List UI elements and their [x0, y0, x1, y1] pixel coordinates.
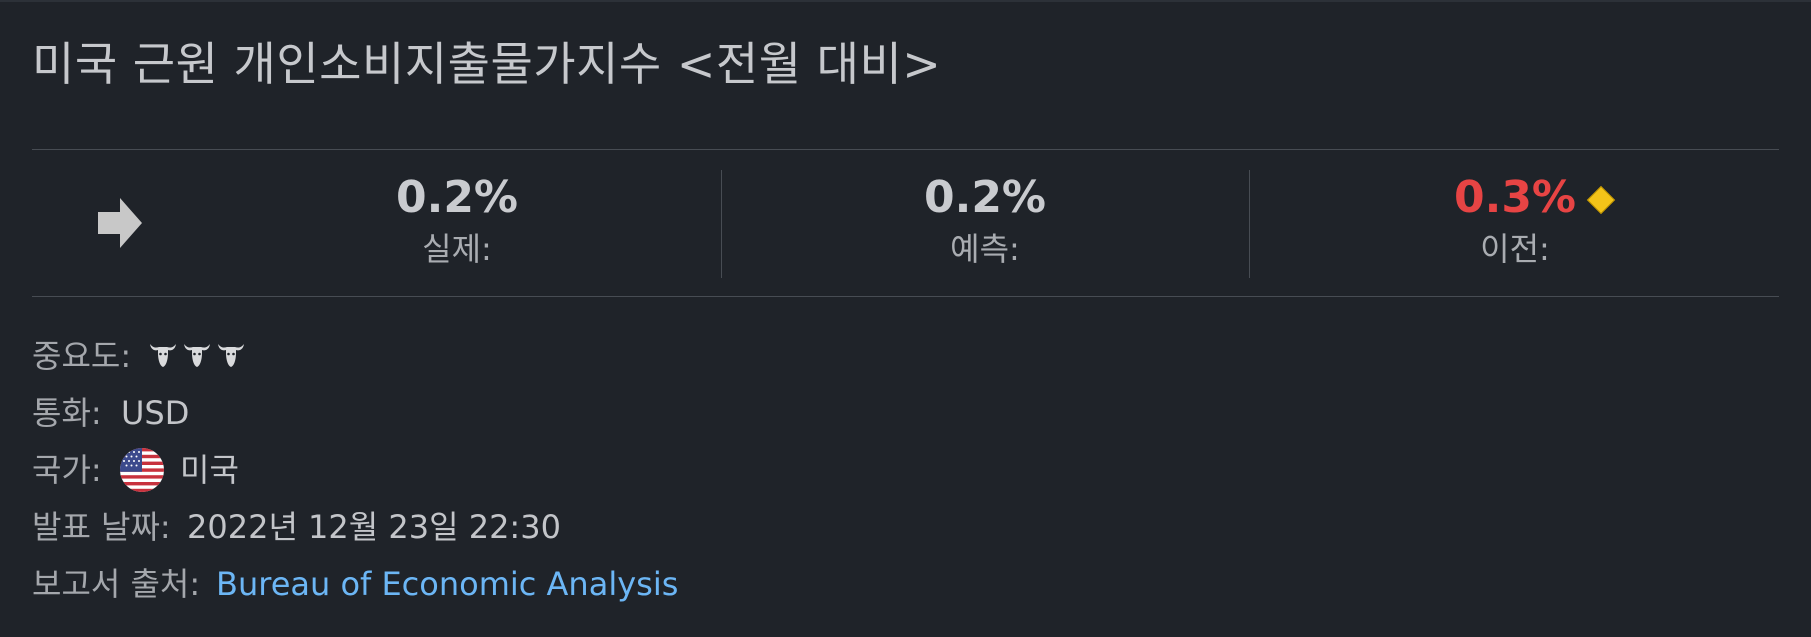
currency-label: 통화:	[32, 394, 102, 432]
currency-row: 통화:	[32, 391, 102, 435]
forecast-label: 예측:	[950, 230, 1020, 268]
divider-top	[32, 149, 1779, 150]
top-border	[0, 0, 1811, 2]
source-row: 보고서 출처:	[32, 562, 200, 606]
source-link[interactable]: Bureau of Economic Analysis	[216, 562, 678, 606]
bull-icon	[150, 344, 176, 367]
actual-value: 0.2%	[395, 172, 519, 223]
divider-bottom	[32, 296, 1779, 297]
country-value: 미국	[180, 451, 239, 489]
arrow-right-icon	[98, 198, 142, 248]
us-flag-icon	[120, 448, 164, 492]
currency-value: USD	[121, 394, 190, 432]
page-title: 미국 근원 개인소비지출물가지수 <전월 대비>	[32, 37, 942, 91]
forecast-stat: 0.2% 예측:	[835, 170, 1135, 270]
country-row: 국가:	[32, 448, 102, 492]
actual-stat: 0.2% 실제:	[307, 170, 607, 270]
bull-icon	[184, 344, 210, 367]
actual-label: 실제:	[422, 230, 492, 268]
source-label: 보고서 출처:	[32, 565, 201, 603]
previous-stat: 0.3% 이전:	[1365, 170, 1665, 270]
previous-label: 이전:	[1480, 230, 1550, 268]
forecast-value: 0.2%	[923, 172, 1047, 223]
release-date-value: 2022년 12월 23일 22:30	[187, 508, 561, 546]
release-date-row: 발표 날짜:	[32, 505, 171, 549]
country-label: 국가:	[32, 451, 102, 489]
importance-row: 중요도:	[32, 334, 131, 378]
bull-icon	[218, 344, 244, 367]
stat-separator	[721, 170, 722, 278]
previous-value: 0.3%	[1453, 172, 1577, 223]
importance-label: 중요도:	[32, 337, 132, 375]
stat-separator	[1249, 170, 1250, 278]
importance-rating	[148, 340, 246, 370]
release-date-label: 발표 날짜:	[32, 508, 171, 546]
